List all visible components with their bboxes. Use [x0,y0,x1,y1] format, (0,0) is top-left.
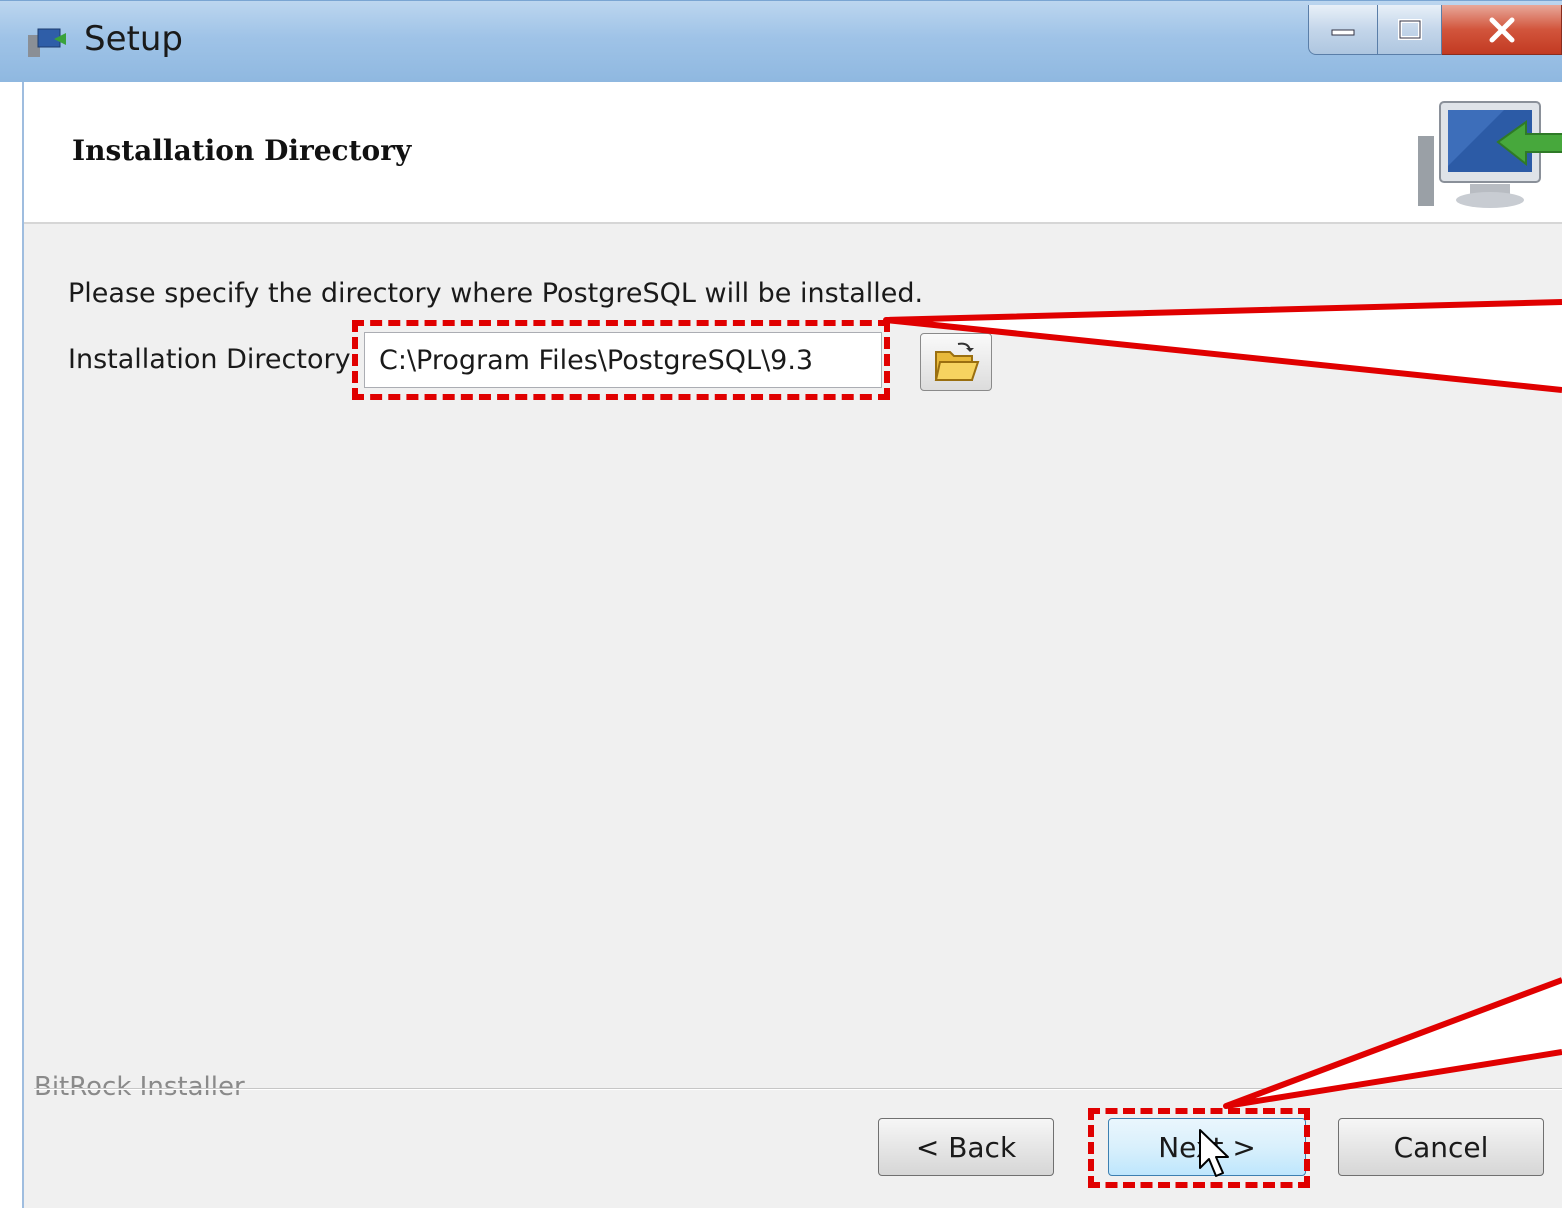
close-button[interactable] [1442,5,1562,55]
computer-install-arrow-icon [1418,101,1562,208]
close-icon [1489,17,1514,42]
header-panel: Installation Directory [24,82,1562,224]
minimize-button[interactable] [1308,5,1378,55]
instruction-text: Please specify the directory where Postg… [68,278,924,309]
maximize-icon [1397,18,1422,40]
installation-directory-label: Installation Directory [68,344,351,375]
maximize-button[interactable] [1378,5,1442,55]
browse-folder-button[interactable] [920,333,992,391]
window-body: Installation Directory Please specify th… [22,82,1562,1208]
minimize-icon [1331,29,1355,35]
window-controls [1308,5,1562,59]
page-title: Installation Directory [72,134,412,167]
directory-highlight-box [352,320,890,400]
setup-app-icon [28,28,66,57]
folder-open-icon [934,342,980,381]
back-button[interactable]: < Back [878,1118,1054,1176]
window-title: Setup [84,19,183,59]
installer-branding: BitRock Installer [34,1072,257,1102]
mouse-pointer-icon [1199,1129,1229,1177]
footer-divider [34,1088,1562,1090]
cancel-button[interactable]: Cancel [1338,1118,1544,1176]
title-bar[interactable]: Setup [0,0,1562,82]
